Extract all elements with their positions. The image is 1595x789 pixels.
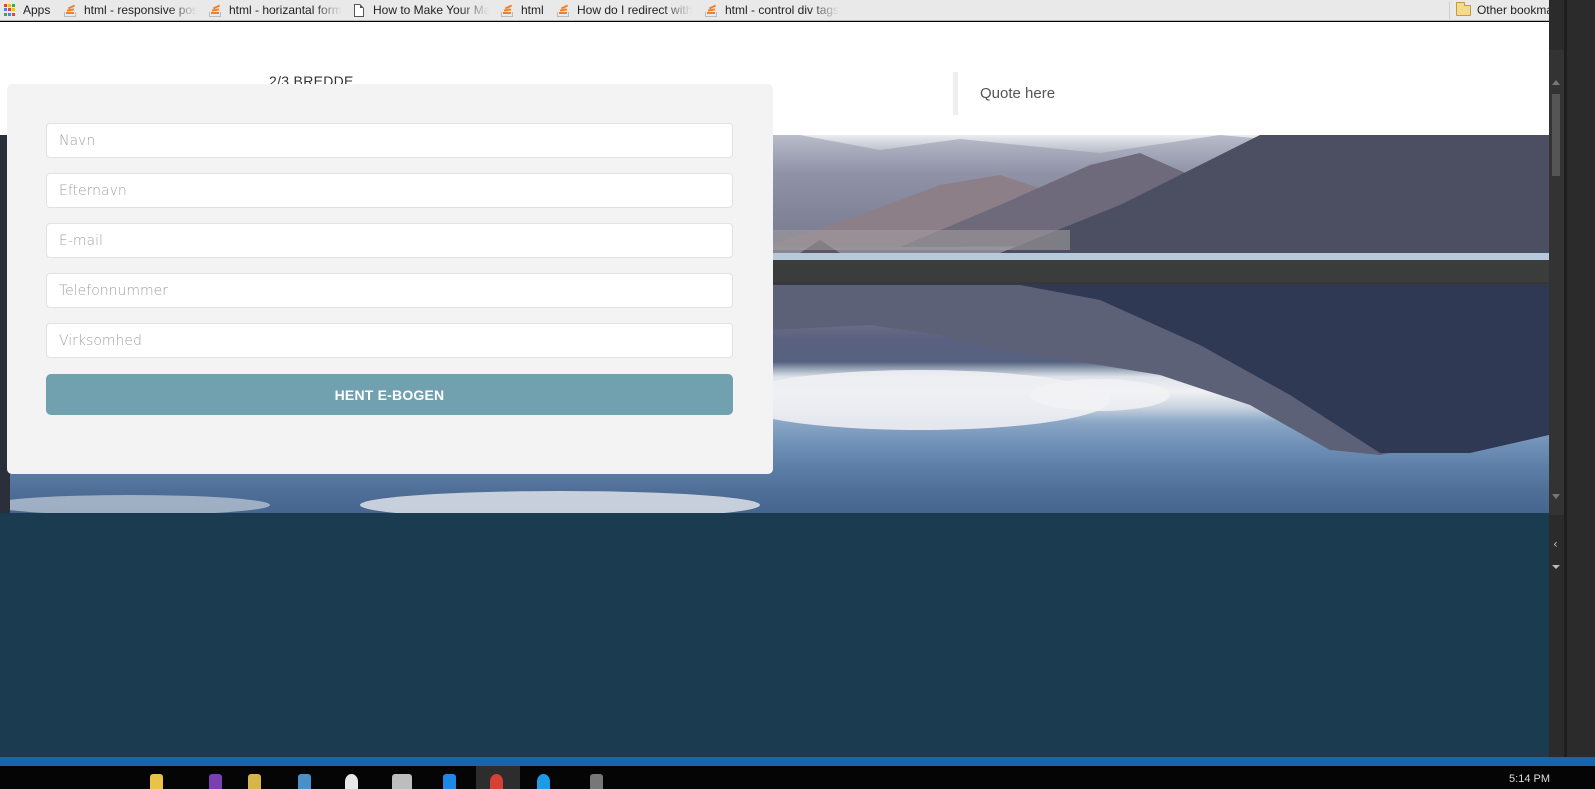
scrollbar-thumb[interactable] bbox=[1552, 94, 1560, 176]
stackoverflow-icon bbox=[501, 4, 513, 17]
stackoverflow-icon bbox=[705, 4, 717, 17]
bookmark-label: How to Make Your Ma bbox=[373, 3, 489, 17]
app-icon[interactable] bbox=[298, 774, 311, 789]
quote-text: Quote here bbox=[980, 85, 1056, 102]
panel-edge bbox=[1564, 0, 1567, 757]
browser-side-panel: ‹ bbox=[1549, 0, 1595, 757]
bookmark-label: How do I redirect with bbox=[577, 3, 693, 17]
bookmark-item[interactable]: html - control div tags bbox=[699, 0, 849, 21]
visual-studio-icon[interactable] bbox=[209, 774, 222, 789]
stackoverflow-icon bbox=[64, 4, 76, 17]
last-name-input[interactable] bbox=[46, 173, 733, 208]
bookmark-apps[interactable]: Apps bbox=[0, 0, 58, 21]
page-viewport: 2/3 BREDDE Quote here Navn Efternavn E-m… bbox=[0, 22, 1549, 757]
window-bottom-strip bbox=[0, 757, 1595, 766]
stackoverflow-icon bbox=[557, 4, 569, 17]
app-icon[interactable] bbox=[248, 774, 261, 789]
company-input[interactable] bbox=[46, 323, 733, 358]
chevron-down-icon[interactable] bbox=[1552, 565, 1560, 569]
bookmarks-bar: Apps html - responsive posi html - horiz… bbox=[0, 0, 1577, 21]
document-icon bbox=[354, 3, 364, 17]
bookmark-label: Apps bbox=[23, 3, 51, 17]
bookmark-label: html - horizantal form bbox=[229, 3, 342, 17]
folder-icon bbox=[1455, 1, 1471, 16]
bookmark-item[interactable]: html - responsive posi bbox=[58, 0, 203, 21]
file-explorer-icon[interactable] bbox=[150, 774, 163, 789]
phone-input[interactable] bbox=[46, 273, 733, 308]
get-ebook-button[interactable]: HENT E-BOGEN bbox=[46, 374, 733, 415]
email-input[interactable] bbox=[46, 223, 733, 258]
first-name-input[interactable] bbox=[46, 123, 733, 158]
app-icon[interactable] bbox=[392, 774, 412, 789]
bookmark-divider bbox=[1448, 1, 1450, 19]
footer-band bbox=[0, 513, 1549, 757]
stackoverflow-icon bbox=[209, 4, 221, 17]
chrome-icon[interactable] bbox=[490, 774, 503, 789]
app-icon[interactable] bbox=[345, 774, 358, 789]
ebook-form-card: HENT E-BOGEN bbox=[7, 84, 773, 474]
scroll-up-arrow-icon[interactable] bbox=[1552, 80, 1560, 85]
taskbar: 5:14 PM bbox=[0, 766, 1595, 789]
blockquote: Quote here bbox=[953, 72, 1055, 115]
bookmark-item[interactable]: html bbox=[495, 0, 551, 21]
chevron-left-icon[interactable]: ‹ bbox=[1553, 537, 1558, 551]
bookmark-label: html - control div tags bbox=[725, 3, 840, 17]
bookmark-item[interactable]: How do I redirect with bbox=[551, 0, 699, 21]
scroll-down-arrow-icon[interactable] bbox=[1552, 494, 1560, 499]
app-icon[interactable] bbox=[537, 774, 550, 789]
app-icon[interactable] bbox=[443, 774, 456, 789]
bookmark-label: html - responsive posi bbox=[84, 3, 197, 17]
bookmark-item[interactable]: How to Make Your Ma bbox=[348, 0, 495, 21]
app-icon[interactable] bbox=[590, 774, 603, 789]
bookmark-item[interactable]: html - horizantal form bbox=[203, 0, 348, 21]
bookmark-label: html bbox=[521, 3, 544, 17]
apps-grid-icon bbox=[4, 4, 16, 16]
taskbar-clock[interactable]: 5:14 PM bbox=[1509, 773, 1550, 785]
